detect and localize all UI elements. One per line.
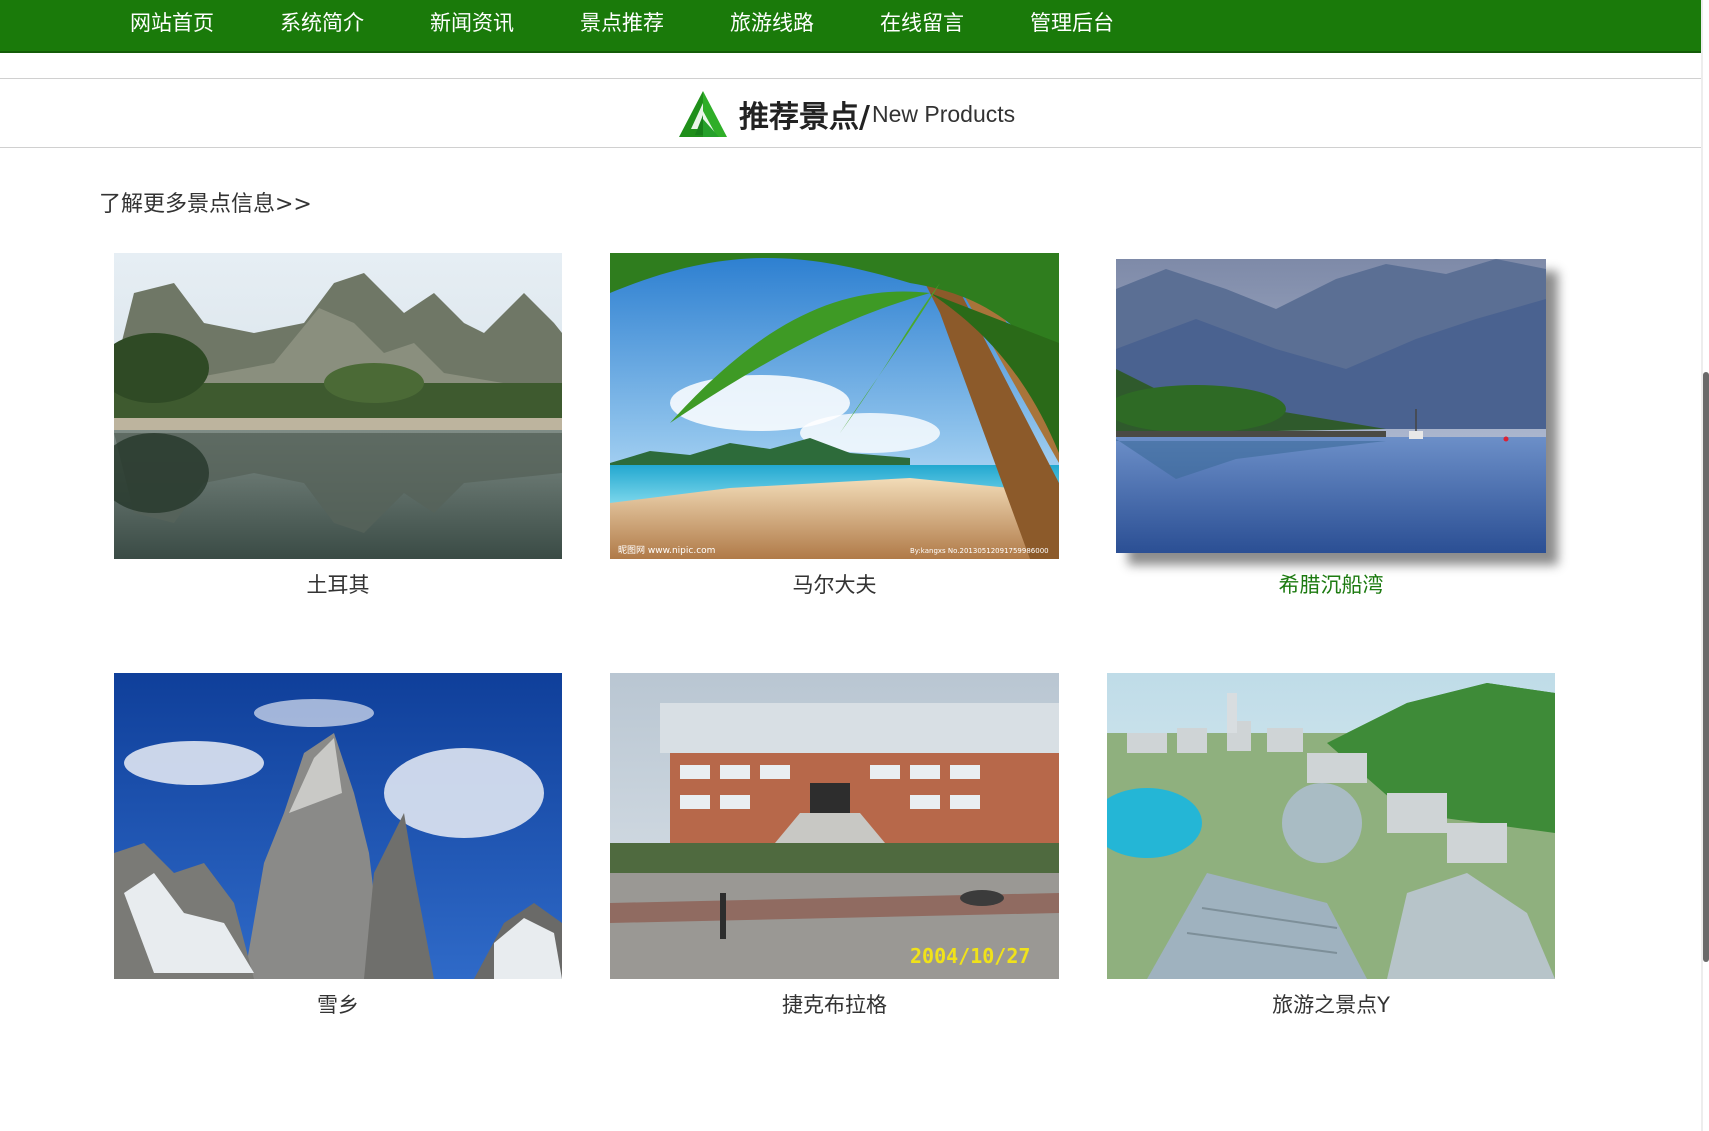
- spot-name[interactable]: 雪乡: [114, 989, 562, 1019]
- nav-item-label: 管理后台: [1030, 11, 1114, 35]
- spot-name[interactable]: 马尔大夫: [610, 569, 1059, 599]
- nav-item-routes[interactable]: 旅游线路: [730, 0, 880, 46]
- spot-card[interactable]: 旅游之景点Y: [1107, 673, 1555, 1018]
- nav-menu: 网站首页 系统简介 新闻资讯 景点推荐 旅游线路 在线留言 管理后台: [130, 0, 1180, 51]
- spot-image-snow-town[interactable]: [114, 673, 562, 979]
- top-nav-bar: 网站首页 系统简介 新闻资讯 景点推荐 旅游线路 在线留言 管理后台: [0, 0, 1701, 53]
- spot-card[interactable]: 希腊沉船湾: [1107, 253, 1555, 598]
- nav-item-label: 旅游线路: [730, 11, 814, 35]
- section-title: 推荐景点/ New Products: [675, 89, 1015, 139]
- section-title-en: New Products: [871, 100, 1016, 127]
- spot-image-maldives[interactable]: 昵图网 www.nipic.com By:kangxs No.201305120…: [610, 253, 1059, 559]
- nav-item-admin[interactable]: 管理后台: [1030, 0, 1180, 46]
- spot-name[interactable]: 旅游之景点Y: [1107, 989, 1555, 1019]
- section-title-band: 推荐景点/ New Products: [0, 78, 1701, 148]
- more-spots-link[interactable]: 了解更多景点信息>>: [99, 186, 312, 218]
- spot-card[interactable]: 昵图网 www.nipic.com By:kangxs No.201305120…: [610, 253, 1059, 598]
- watermark-right: By:kangxs No.20130512091759986000: [910, 547, 1049, 555]
- spot-image-prague[interactable]: 2004/10/27: [610, 673, 1059, 979]
- spot-card[interactable]: 2004/10/27 捷克布拉格: [610, 673, 1059, 1018]
- spot-card[interactable]: 土耳其: [114, 253, 562, 598]
- nav-item-spots[interactable]: 景点推荐: [580, 0, 730, 46]
- scrollbar-thumb[interactable]: [1703, 372, 1709, 962]
- tree-icon: [679, 91, 727, 137]
- nav-item-label: 景点推荐: [580, 11, 664, 35]
- spot-image-greece[interactable]: [1116, 259, 1546, 553]
- nav-item-news[interactable]: 新闻资讯: [430, 0, 580, 46]
- nav-item-label: 系统简介: [280, 11, 364, 35]
- nav-item-label: 网站首页: [130, 11, 214, 35]
- nav-item-label: 新闻资讯: [430, 11, 514, 35]
- spot-image-scenic-y[interactable]: [1107, 673, 1555, 979]
- nav-item-label: 在线留言: [880, 11, 964, 35]
- spot-image-turkey[interactable]: [114, 253, 562, 559]
- section-title-cn: 推荐景点/: [739, 100, 870, 135]
- spot-name[interactable]: 土耳其: [114, 569, 562, 599]
- watermark-left: 昵图网 www.nipic.com: [618, 545, 715, 556]
- spot-name[interactable]: 希腊沉船湾: [1107, 569, 1555, 599]
- date-stamp: 2004/10/27: [910, 944, 1030, 968]
- nav-item-message[interactable]: 在线留言: [880, 0, 1030, 46]
- nav-item-about[interactable]: 系统简介: [280, 0, 430, 46]
- spot-card[interactable]: 雪乡: [114, 673, 562, 1018]
- nav-item-home[interactable]: 网站首页: [130, 0, 280, 46]
- vertical-scrollbar[interactable]: [1703, 0, 1709, 1131]
- spot-name[interactable]: 捷克布拉格: [610, 989, 1059, 1019]
